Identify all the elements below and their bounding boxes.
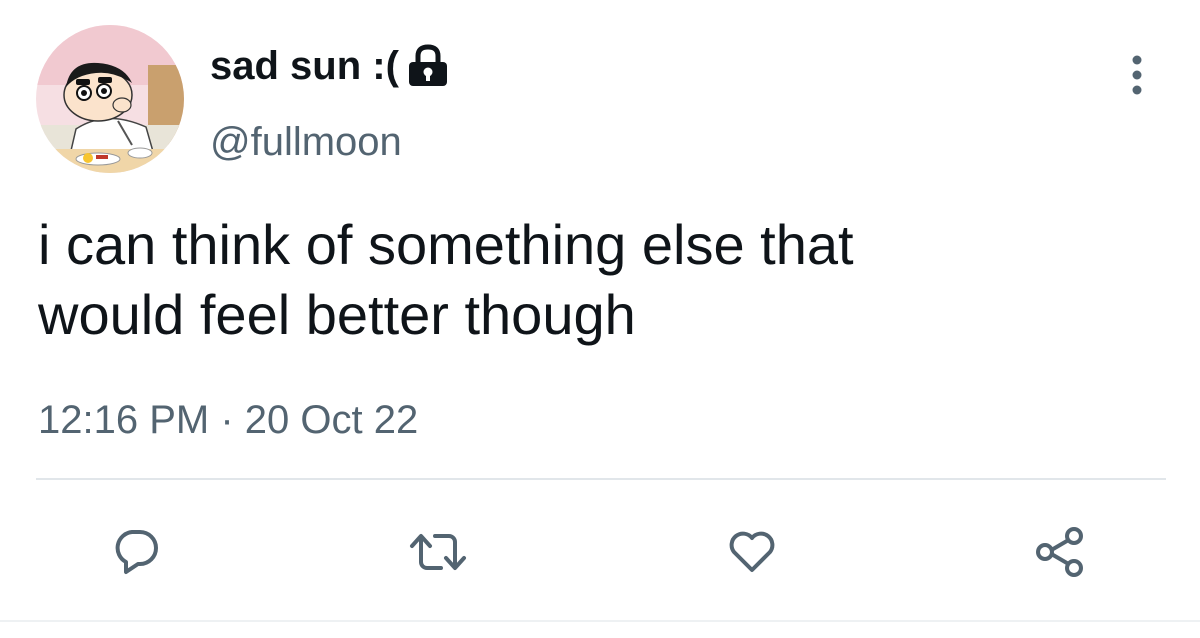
display-name-text: sad sun :( — [210, 44, 399, 88]
lock-icon — [407, 44, 449, 88]
reply-button[interactable] — [106, 522, 166, 582]
tweet-text-line: would feel better though — [38, 283, 636, 346]
tweet-time: 12:16 PM — [38, 398, 210, 442]
more-vertical-icon[interactable] — [1122, 52, 1152, 98]
share-button[interactable] — [1030, 522, 1090, 582]
display-name[interactable]: sad sun :( — [210, 40, 449, 92]
reply-icon — [115, 530, 158, 574]
user-handle[interactable]: @fullmoon — [210, 116, 402, 168]
share-icon — [1036, 527, 1083, 577]
like-button[interactable] — [722, 522, 782, 582]
retweet-icon — [410, 534, 466, 570]
retweet-button[interactable] — [408, 522, 468, 582]
timestamp-separator: · — [220, 398, 234, 442]
avatar[interactable] — [36, 25, 184, 173]
tweet-text-line: i can think of something else that — [38, 213, 854, 276]
tweet-text: i can think of something else that would… — [38, 210, 1158, 350]
heart-icon — [729, 531, 775, 572]
divider — [36, 478, 1166, 480]
avatar-image — [36, 25, 184, 173]
tweet-timestamp[interactable]: 12:16 PM · 20 Oct 22 — [38, 394, 418, 446]
card-bottom-border — [0, 620, 1200, 622]
tweet-date: 20 Oct 22 — [244, 398, 419, 442]
